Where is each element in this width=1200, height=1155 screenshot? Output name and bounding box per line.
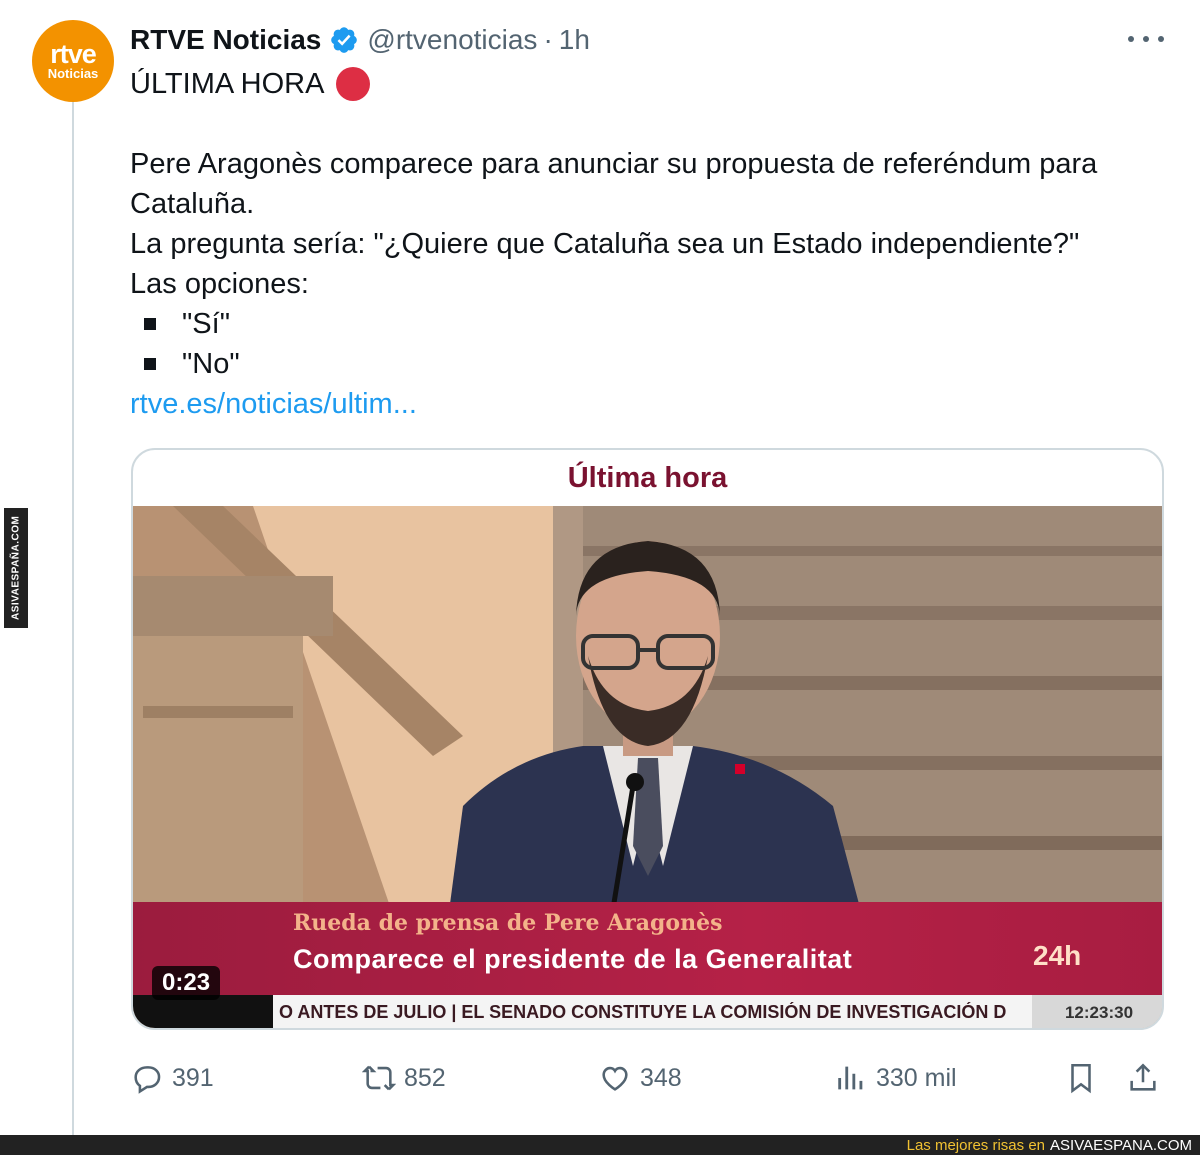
options-intro: Las opciones: [130,268,309,300]
lower-third-subtitle: Rueda de prensa de Pere Aragonès [293,910,723,936]
tweet-body: Pere Aragonès comparece para anunciar su… [130,144,1180,424]
ticker-logo-area [133,995,273,1028]
avatar-text-sub: Noticias [47,66,99,81]
video-card[interactable]: Última hora Rueda de prensa de Pere Arag… [131,448,1164,1030]
like-button[interactable]: 348 [598,1056,682,1100]
reply-count: 391 [172,1063,214,1092]
action-bar: 391 852 348 330 mil [130,1056,1170,1100]
list-item: "No" [130,344,1180,384]
paragraph-2: La pregunta sería: "¿Quiere que Cataluña… [130,228,1080,260]
thread-line [72,100,74,1135]
channel-badge: 24h [1033,940,1082,971]
headline: ÚLTIMA HORA [130,64,371,104]
bullet-icon [144,358,156,370]
share-button[interactable] [1126,1056,1160,1100]
footer-prefix: Las mejores risas en [906,1136,1046,1154]
lower-third: Rueda de prensa de Pere Aragonès Compare… [133,902,1162,995]
footer-site: ASIVAESPANA.COM [1050,1136,1192,1154]
reply-button[interactable]: 391 [130,1056,214,1100]
article-link[interactable]: rtve.es/noticias/ultim... [130,388,417,420]
bookmark-button[interactable] [1064,1056,1098,1100]
repost-count: 852 [404,1063,446,1092]
ticker-text: O ANTES DE JULIO | EL SENADO CONSTITUYE … [279,1002,1007,1022]
news-ticker: O ANTES DE JULIO | EL SENADO CONSTITUYE … [133,995,1162,1028]
headline-text: ÚLTIMA HORA [130,67,325,100]
verified-badge-icon [331,27,358,53]
repost-icon [362,1065,396,1091]
like-icon [602,1066,628,1091]
ticker-clock: 12:23:30 [1032,995,1162,1028]
view-count: 330 mil [876,1063,957,1092]
footer-watermark-bar: Las mejores risas en ASIVAESPANA.COM [0,1135,1200,1155]
list-item: "Sí" [130,304,1180,344]
repost-button[interactable]: 852 [362,1056,446,1100]
more-options-icon[interactable] [1128,26,1164,52]
separator-dot: · [543,24,553,55]
bullet-icon [144,318,156,330]
red-circle-icon [336,67,371,101]
author-handle[interactable]: @rtvenoticias [367,24,537,56]
side-watermark: ASIVAESPAÑA.COM [4,508,28,628]
reply-icon [134,1066,161,1094]
views-icon [838,1066,863,1090]
bookmark-icon [1071,1063,1091,1094]
card-header: Última hora [567,461,728,494]
video-duration-badge: 0:23 [152,966,221,1000]
option-label: "No" [182,348,240,380]
avatar-text-main: rtve [50,39,97,69]
share-icon [1130,1063,1156,1091]
like-count: 348 [640,1063,682,1092]
option-label: "Sí" [182,308,230,340]
avatar[interactable]: rtve Noticias [32,20,114,102]
views-button[interactable]: 330 mil [834,1056,957,1100]
paragraph-1: Pere Aragonès comparece para anunciar su… [130,148,1098,220]
author-name[interactable]: RTVE Noticias [130,24,321,56]
post-time[interactable]: 1h [559,24,590,56]
lower-third-title: Comparece el presidente de la Generalita… [293,944,853,974]
tweet-header: RTVE Noticias @rtvenoticias · 1h [130,20,590,60]
